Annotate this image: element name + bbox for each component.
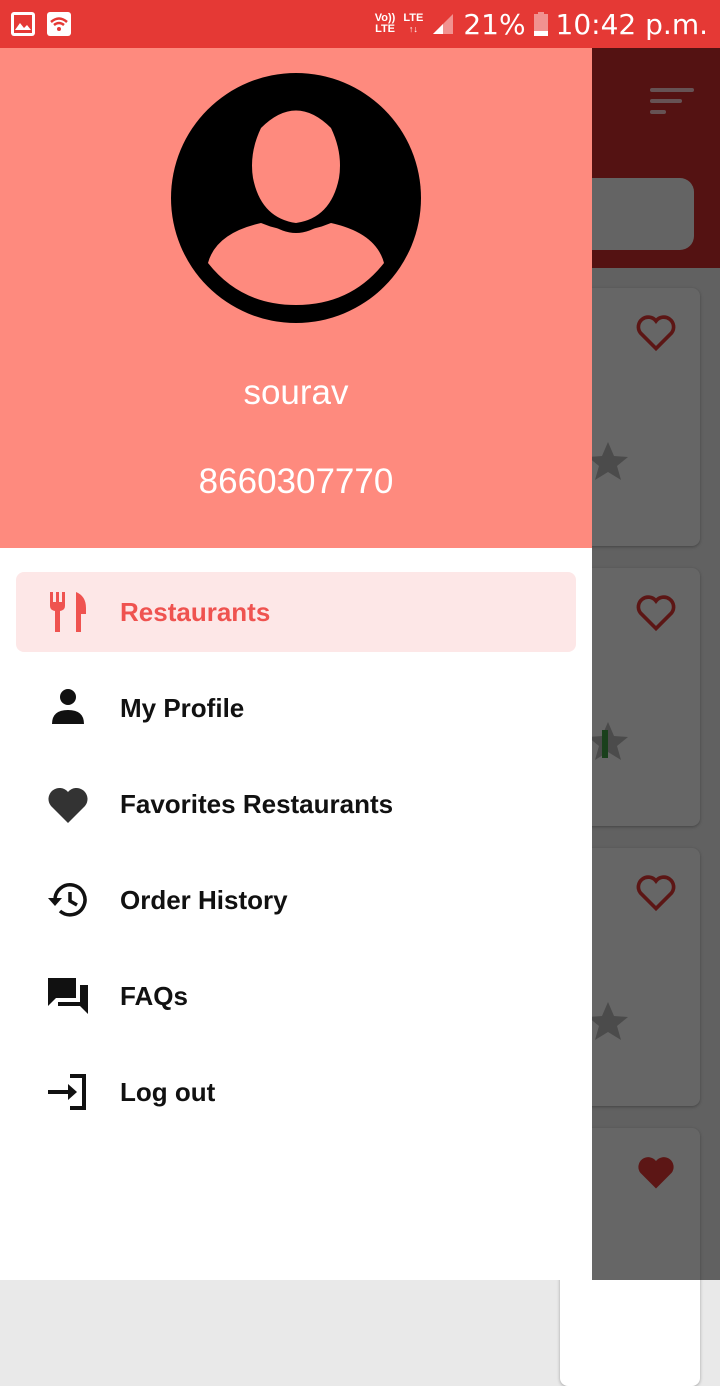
gallery-icon xyxy=(11,12,35,36)
wifi-notification-icon xyxy=(47,12,71,36)
menu-item-order-history[interactable]: Order History xyxy=(16,860,576,940)
user-name: sourav xyxy=(243,373,349,412)
menu-item-restaurants[interactable]: Restaurants xyxy=(16,572,576,652)
lte-indicator: LTE ↑↓ xyxy=(403,12,424,35)
menu-label: Favorites Restaurants xyxy=(120,789,394,819)
menu-label: My Profile xyxy=(120,693,245,723)
menu-item-log-out[interactable]: Log out xyxy=(16,1052,576,1132)
heart-icon xyxy=(48,787,88,823)
status-bar: Vo)) LTE LTE ↑↓ 21% 10:42 p.m. xyxy=(0,0,720,48)
menu-item-faqs[interactable]: FAQs xyxy=(16,956,576,1036)
battery-percent: 21% xyxy=(463,7,526,41)
restaurant-icon xyxy=(50,592,86,632)
volte-indicator: Vo)) LTE xyxy=(374,12,396,35)
signal-icon xyxy=(433,14,454,34)
person-icon xyxy=(52,689,84,724)
navigation-drawer: sourav 8660307770 Restaurants My Profile… xyxy=(0,48,592,1280)
history-icon xyxy=(48,883,87,917)
menu-label: Restaurants xyxy=(120,597,271,627)
user-phone: 8660307770 xyxy=(198,462,394,501)
battery-icon xyxy=(533,12,548,36)
clock: 10:42 p.m. xyxy=(555,7,708,41)
menu-label: Order History xyxy=(120,885,288,915)
menu-item-my-profile[interactable]: My Profile xyxy=(16,668,576,748)
drawer-header: sourav 8660307770 xyxy=(0,48,592,548)
avatar[interactable] xyxy=(171,73,421,323)
logout-icon xyxy=(48,1074,86,1110)
menu-label: FAQs xyxy=(120,981,188,1011)
forum-icon xyxy=(48,978,88,1014)
menu-label: Log out xyxy=(120,1077,216,1107)
menu-item-favorites-restaurants[interactable]: Favorites Restaurants xyxy=(16,764,576,844)
